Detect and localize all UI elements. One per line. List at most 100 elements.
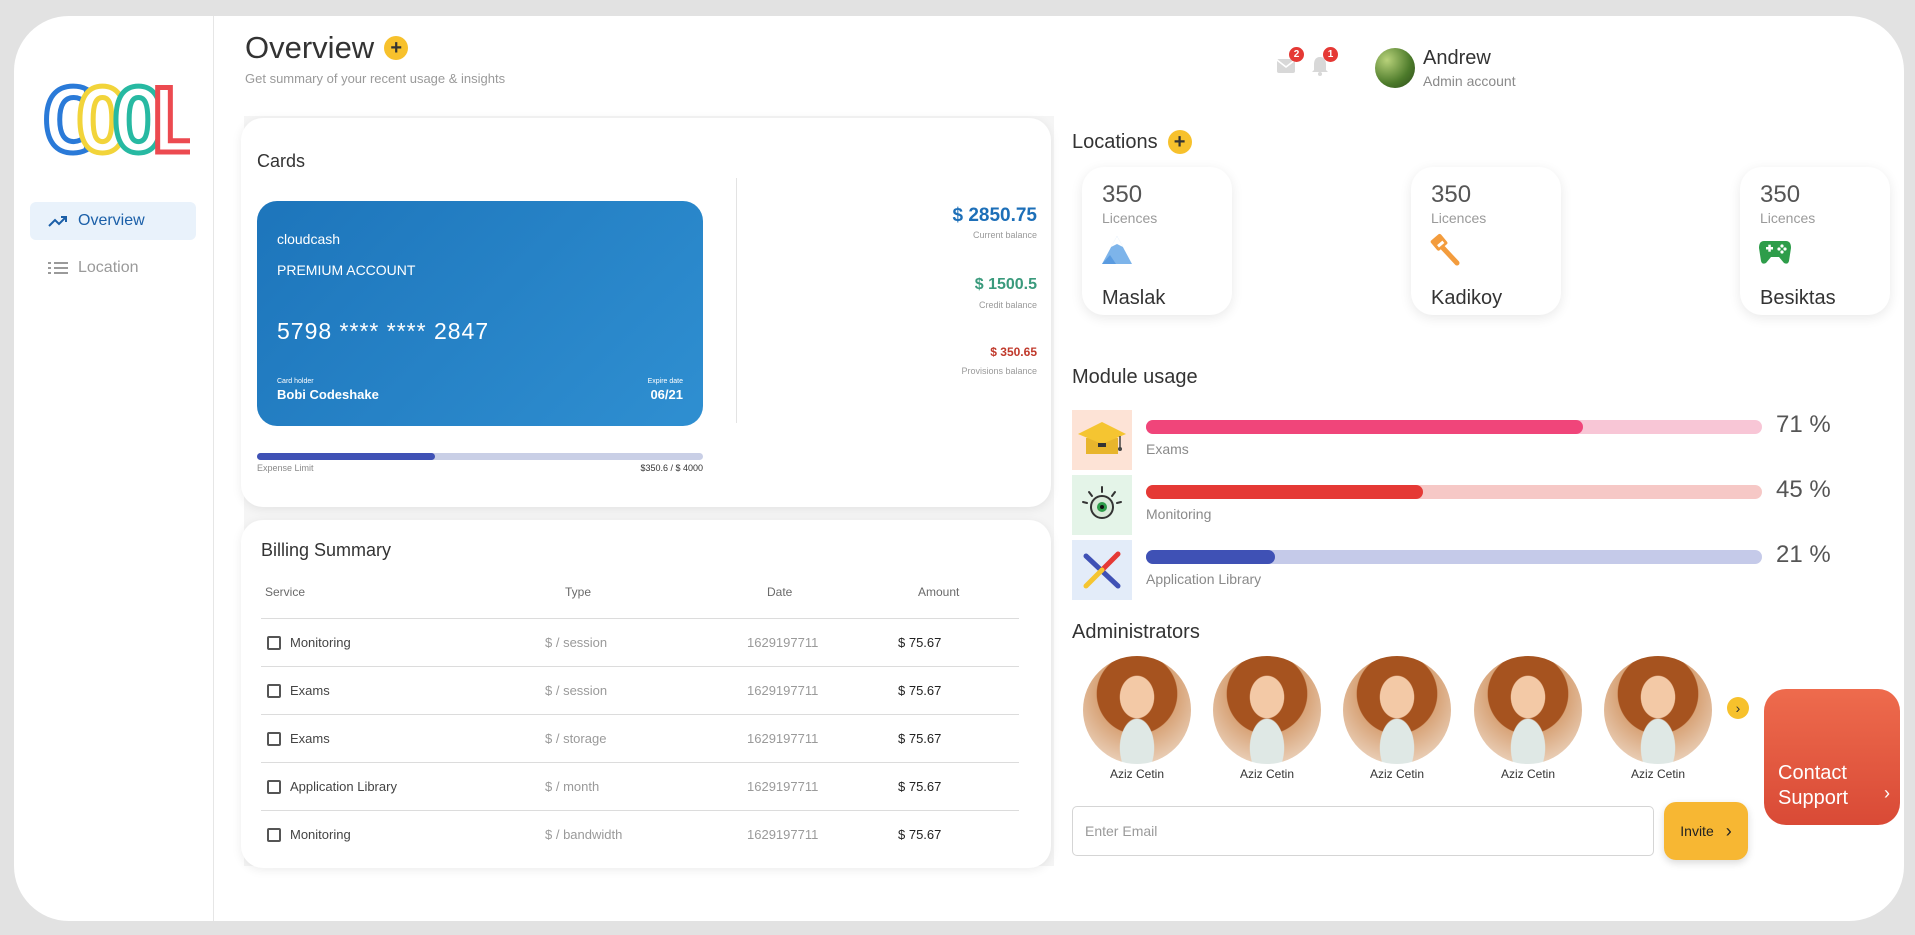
- admin-avatar[interactable]: [1213, 656, 1321, 764]
- row-checkbox[interactable]: [267, 828, 281, 842]
- graduation-cap-icon: [1072, 410, 1132, 470]
- chevron-right-icon: ›: [1735, 700, 1741, 716]
- cell-type: $ / storage: [545, 731, 607, 746]
- expense-limit-value: $350.6 / $ 4000: [640, 463, 703, 473]
- table-row: Monitoring $ / session 1629197711 $ 75.6…: [261, 618, 1019, 666]
- cell-type: $ / session: [545, 635, 608, 650]
- row-checkbox[interactable]: [267, 636, 281, 650]
- invite-button[interactable]: Invite ›: [1664, 802, 1748, 860]
- card-holder-label: Card holder: [277, 378, 314, 385]
- admin-avatar[interactable]: [1343, 656, 1451, 764]
- notifications-button[interactable]: 1: [1311, 47, 1338, 81]
- sidebar-item-overview[interactable]: Overview: [30, 202, 196, 240]
- email-input[interactable]: [1072, 806, 1654, 856]
- cell-service: Application Library: [290, 779, 397, 794]
- expense-limit-label: Expense Limit: [257, 463, 314, 473]
- cell-date: 1629197711: [747, 683, 819, 698]
- admin-avatar[interactable]: [1474, 656, 1582, 764]
- admin-avatar[interactable]: [1083, 656, 1191, 764]
- header-user-area: 2 1 Andrew Admin account: [1276, 38, 1756, 98]
- row-checkbox[interactable]: [267, 684, 281, 698]
- column-header-service: Service: [265, 585, 306, 599]
- location-count: 350: [1760, 181, 1801, 208]
- sidebar-item-location[interactable]: Location: [30, 249, 196, 287]
- user-name: Andrew: [1423, 47, 1491, 69]
- admin-avatar[interactable]: [1604, 656, 1712, 764]
- card-holder-name: Bobi Codeshake: [277, 387, 379, 402]
- location-card-maslak[interactable]: 350 Licences Maslak: [1082, 167, 1232, 315]
- card-expire-label: Expire date: [647, 378, 683, 385]
- location-name: Besiktas: [1760, 287, 1836, 309]
- user-role: Admin account: [1423, 73, 1516, 89]
- cell-amount: $ 75.67: [898, 731, 942, 746]
- credit-card[interactable]: cloudcash PREMIUM ACCOUNT 5798 **** ****…: [257, 201, 703, 426]
- cell-amount: $ 75.67: [898, 683, 942, 698]
- exams-usage-percent: 71 %: [1776, 411, 1831, 438]
- cell-date: 1629197711: [747, 635, 819, 650]
- table-row: Application Library $ / month 1629197711…: [261, 762, 1019, 810]
- admin-name: Aziz Cetin: [1109, 767, 1165, 781]
- exams-usage-fill: [1146, 420, 1584, 434]
- cell-type: $ / session: [545, 683, 608, 698]
- expense-limit-fill: [257, 453, 436, 460]
- admins-next-button[interactable]: ›: [1727, 697, 1749, 719]
- application-library-usage-fill: [1146, 550, 1276, 564]
- cards-divider: [736, 178, 737, 423]
- cards-title: Cards: [257, 151, 306, 171]
- contact-support-label: Contact Support: [1778, 762, 1849, 809]
- current-balance-amount: $ 2850.75: [952, 205, 1037, 226]
- invite-button-label: Invite: [1680, 823, 1714, 839]
- cell-service: Monitoring: [290, 827, 351, 842]
- cell-type: $ / month: [545, 779, 600, 794]
- brush-icon: [1430, 233, 1460, 266]
- location-card-kadikoy[interactable]: 350 Licences Kadikoy: [1411, 167, 1561, 315]
- location-name: Maslak: [1102, 287, 1166, 309]
- trending-up-icon: [48, 216, 67, 227]
- add-overview-button[interactable]: +: [384, 36, 409, 60]
- location-card-besiktas[interactable]: 350 Licences Besiktas: [1740, 167, 1890, 315]
- provisions-balance-amount: $ 350.65: [990, 345, 1037, 359]
- chevron-right-icon: ›: [1884, 783, 1890, 803]
- locations-title-row: Locations +: [1072, 130, 1192, 154]
- contact-support-button[interactable]: Contact Support ›: [1764, 689, 1900, 825]
- cell-service: Exams: [290, 683, 330, 698]
- location-count: 350: [1102, 181, 1143, 208]
- mail-button[interactable]: 2: [1276, 47, 1304, 79]
- credit-balance-label: Credit balance: [978, 300, 1037, 310]
- cell-service: Exams: [290, 731, 330, 746]
- cell-service: Monitoring: [290, 635, 351, 650]
- location-unit: Licences: [1760, 210, 1816, 226]
- card-number: 5798 **** **** 2847: [277, 318, 490, 344]
- mail-badge: 2: [1289, 47, 1304, 62]
- billing-summary-panel: Billing Summary Service Type Date Amount…: [241, 520, 1051, 868]
- sidebar-item-label: Overview: [78, 212, 145, 229]
- add-location-button[interactable]: +: [1167, 130, 1192, 154]
- module-usage-title: Module usage: [1072, 366, 1198, 388]
- provisions-balance-label: Provisions balance: [961, 366, 1037, 376]
- row-checkbox[interactable]: [267, 780, 281, 794]
- eye-icon: [1072, 475, 1132, 535]
- card-bank-name: cloudcash: [277, 231, 341, 247]
- application-library-usage-label: Application Library: [1146, 571, 1262, 587]
- column-header-amount: Amount: [918, 585, 960, 599]
- table-row: Monitoring $ / bandwidth 1629197711 $ 75…: [261, 810, 1019, 858]
- credit-balance-amount: $ 1500.5: [974, 276, 1037, 293]
- billing-title: Billing Summary: [261, 540, 392, 560]
- cell-type: $ / bandwidth: [545, 827, 623, 842]
- user-avatar[interactable]: [1375, 48, 1415, 88]
- cards-panel: Cards cloudcash PREMIUM ACCOUNT 5798 ***…: [241, 118, 1051, 507]
- page-subtitle: Get summary of your recent usage & insig…: [245, 71, 506, 86]
- mountain-icon: [1102, 236, 1132, 264]
- admin-name: Aziz Cetin: [1500, 767, 1556, 781]
- current-balance-label: Current balance: [972, 230, 1037, 240]
- location-unit: Licences: [1431, 210, 1487, 226]
- location-name: Kadikoy: [1431, 287, 1503, 309]
- row-checkbox[interactable]: [267, 732, 281, 746]
- column-header-date: Date: [767, 585, 793, 599]
- list-icon: [48, 262, 68, 274]
- location-unit: Licences: [1102, 210, 1158, 226]
- administrators-title: Administrators: [1072, 621, 1200, 643]
- svg-text:L: L: [148, 74, 190, 164]
- admin-name: Aziz Cetin: [1239, 767, 1295, 781]
- cell-date: 1629197711: [747, 779, 819, 794]
